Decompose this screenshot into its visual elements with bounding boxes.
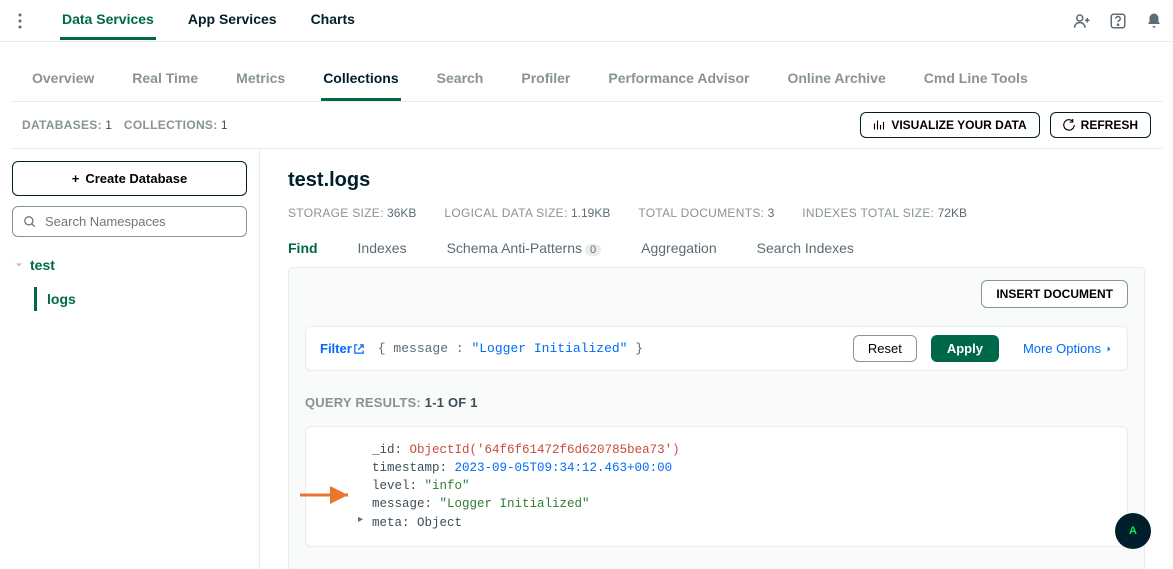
db-tree-item-test[interactable]: test xyxy=(12,253,247,277)
coltab-find[interactable]: Find xyxy=(288,236,318,260)
subtab-search[interactable]: Search xyxy=(435,60,486,101)
external-link-icon xyxy=(354,344,364,354)
apply-button[interactable]: Apply xyxy=(931,335,999,362)
plus-icon: + xyxy=(72,171,80,186)
logical-size-stat: LOGICAL DATA SIZE: 1.19KB xyxy=(444,206,610,220)
annotation-arrow-icon xyxy=(298,483,358,507)
nav-app-services[interactable]: App Services xyxy=(186,1,279,40)
filter-link[interactable]: Filter xyxy=(320,341,364,356)
collection-tree-item-logs[interactable]: logs xyxy=(34,287,247,311)
nav-data-services[interactable]: Data Services xyxy=(60,1,156,40)
reset-button[interactable]: Reset xyxy=(853,335,917,362)
subtab-realtime[interactable]: Real Time xyxy=(130,60,200,101)
collection-title: test.logs xyxy=(288,169,1145,192)
coltab-schema[interactable]: Schema Anti-Patterns0 xyxy=(447,236,602,260)
add-user-icon[interactable] xyxy=(1073,12,1091,30)
subtab-profiler[interactable]: Profiler xyxy=(519,60,572,101)
indexes-size-stat: INDEXES TOTAL SIZE: 72KB xyxy=(802,206,967,220)
insert-document-button[interactable]: INSERT DOCUMENT xyxy=(981,280,1128,308)
kebab-menu-icon[interactable] xyxy=(10,13,30,29)
search-icon xyxy=(23,215,37,229)
storage-size-stat: STORAGE SIZE: 36KB xyxy=(288,206,416,220)
collections-stat: COLLECTIONS: 1 xyxy=(124,118,228,132)
visualize-button[interactable]: VISUALIZE YOUR DATA xyxy=(860,112,1039,138)
subtab-collections[interactable]: Collections xyxy=(321,60,400,101)
document-result[interactable]: _id: ObjectId('64f6f61472f6d620785bea73'… xyxy=(305,426,1128,547)
assistant-fab[interactable]: A xyxy=(1115,513,1151,549)
subtab-cmd-tools[interactable]: Cmd Line Tools xyxy=(922,60,1030,101)
refresh-button[interactable]: REFRESH xyxy=(1050,112,1151,138)
schema-badge: 0 xyxy=(585,244,601,256)
chevron-down-icon xyxy=(14,260,24,270)
coltab-aggregation[interactable]: Aggregation xyxy=(641,236,717,260)
create-database-button[interactable]: + Create Database xyxy=(12,161,247,196)
refresh-icon xyxy=(1063,119,1075,131)
bell-icon[interactable] xyxy=(1145,12,1163,30)
chevron-right-icon xyxy=(1105,345,1113,353)
help-icon[interactable] xyxy=(1109,12,1127,30)
subtab-metrics[interactable]: Metrics xyxy=(234,60,287,101)
subtab-online-archive[interactable]: Online Archive xyxy=(785,60,887,101)
chart-icon xyxy=(873,119,885,131)
coltab-search-indexes[interactable]: Search Indexes xyxy=(757,236,854,260)
total-docs-stat: TOTAL DOCUMENTS: 3 xyxy=(638,206,774,220)
more-options-link[interactable]: More Options xyxy=(1023,341,1113,356)
nav-charts[interactable]: Charts xyxy=(309,1,357,40)
subtab-overview[interactable]: Overview xyxy=(30,60,96,101)
filter-input[interactable]: { message : "Logger Initialized" } xyxy=(378,341,839,356)
query-results-label: QUERY RESULTS: 1-1 OF 1 xyxy=(305,395,1128,410)
coltab-indexes[interactable]: Indexes xyxy=(358,236,407,260)
search-namespaces-input[interactable] xyxy=(12,206,247,237)
databases-stat: DATABASES: 1 xyxy=(22,118,112,132)
subtab-perf-advisor[interactable]: Performance Advisor xyxy=(606,60,751,101)
